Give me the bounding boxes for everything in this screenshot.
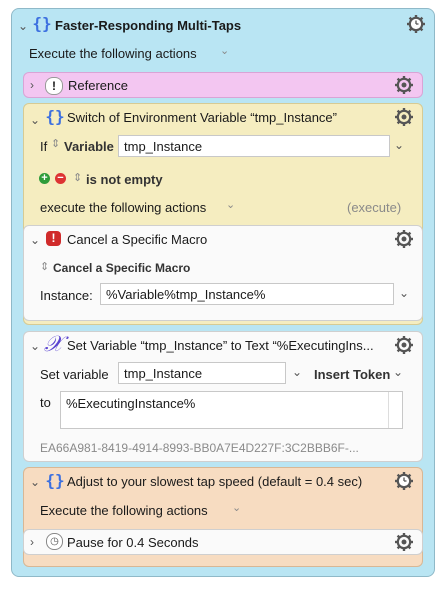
add-case-icon[interactable]: + xyxy=(39,173,50,184)
variable-x-icon: 𝒳 xyxy=(44,332,63,357)
setvar-gear-icon[interactable] xyxy=(394,335,414,355)
switch-execute-dropdown-icon[interactable]: ⌄ xyxy=(226,198,235,211)
adjust-execute-label: Execute the following actions xyxy=(40,503,208,518)
main-title: Faster-Responding Multi-Taps xyxy=(55,18,242,33)
if-label: If xyxy=(40,139,48,154)
cancel-updown-icon[interactable]: ⇕ xyxy=(40,260,49,273)
reference-gear-icon[interactable] xyxy=(394,75,414,95)
instance-label: Instance: xyxy=(40,288,93,303)
set-variable-label: Set variable xyxy=(40,367,109,382)
remove-case-icon[interactable]: − xyxy=(55,173,66,184)
updown-icon[interactable]: ⇕ xyxy=(51,137,60,150)
adjust-braces-icon xyxy=(45,471,65,491)
insert-token-chevron-icon[interactable]: ⌄ xyxy=(393,365,403,379)
setvar-title: Set Variable “tmp_Instance” to Text “%Ex… xyxy=(67,338,374,353)
cancel-collapse-icon[interactable]: ⌄ xyxy=(30,233,40,247)
stop-icon: ! xyxy=(46,231,61,246)
adjust-gear-icon[interactable] xyxy=(394,471,414,491)
switch-variable-dropdown-icon[interactable]: ⌄ xyxy=(394,138,404,152)
uuid-text: EA66A981-8419-4914-8993-BB0A7E4D227F:3C2… xyxy=(40,441,359,455)
switch-execute-label: execute the following actions xyxy=(40,200,207,215)
execute-tag: (execute) xyxy=(347,200,402,215)
pause-title: Pause for 0.4 Seconds xyxy=(67,535,199,550)
condition-selector[interactable]: is not empty xyxy=(86,172,163,187)
clock-icon: ◷ xyxy=(46,533,63,550)
switch-gear-icon[interactable] xyxy=(394,107,414,127)
switch-variable-field[interactable]: tmp_Instance xyxy=(118,135,390,157)
setvar-text-area[interactable]: %ExecutingInstance% xyxy=(60,391,403,429)
switch-title: Switch of Environment Variable “tmp_Inst… xyxy=(67,110,337,125)
reference-expand-icon[interactable]: › xyxy=(30,78,34,92)
instance-field[interactable]: %Variable%tmp_Instance% xyxy=(100,283,394,305)
adjust-title: Adjust to your slowest tap speed (defaul… xyxy=(67,474,363,489)
pause-expand-icon[interactable]: › xyxy=(30,535,34,549)
main-execute-dropdown-icon[interactable]: ⌄ xyxy=(220,44,229,57)
reference-title: Reference xyxy=(68,78,128,93)
adjust-collapse-icon[interactable]: ⌄ xyxy=(30,475,40,489)
text-area-scroll-divider xyxy=(388,392,389,428)
setvar-collapse-icon[interactable]: ⌄ xyxy=(30,339,40,353)
pause-gear-icon[interactable] xyxy=(394,532,414,552)
insert-token-button[interactable]: Insert Token xyxy=(314,367,390,382)
group-braces-icon xyxy=(32,14,52,34)
switch-braces-icon xyxy=(45,107,65,127)
cancel-type-selector[interactable]: Cancel a Specific Macro xyxy=(53,261,190,275)
exclamation-icon: ! xyxy=(45,77,63,95)
collapse-chevron-icon[interactable]: ⌄ xyxy=(18,19,28,33)
condition-updown-icon[interactable]: ⇕ xyxy=(73,171,82,184)
instance-dropdown-icon[interactable]: ⌄ xyxy=(399,286,409,300)
switch-collapse-icon[interactable]: ⌄ xyxy=(30,113,40,127)
adjust-execute-dropdown-icon[interactable]: ⌄ xyxy=(232,501,241,514)
setvar-name-field[interactable]: tmp_Instance xyxy=(118,362,286,384)
cancel-gear-icon[interactable] xyxy=(394,229,414,249)
main-execute-label: Execute the following actions xyxy=(29,46,197,61)
setvar-name-dropdown-icon[interactable]: ⌄ xyxy=(292,365,302,379)
cancel-title: Cancel a Specific Macro xyxy=(67,232,208,247)
main-gear-icon[interactable] xyxy=(406,14,426,34)
variable-type-selector[interactable]: Variable xyxy=(64,139,114,154)
to-label: to xyxy=(40,395,51,410)
